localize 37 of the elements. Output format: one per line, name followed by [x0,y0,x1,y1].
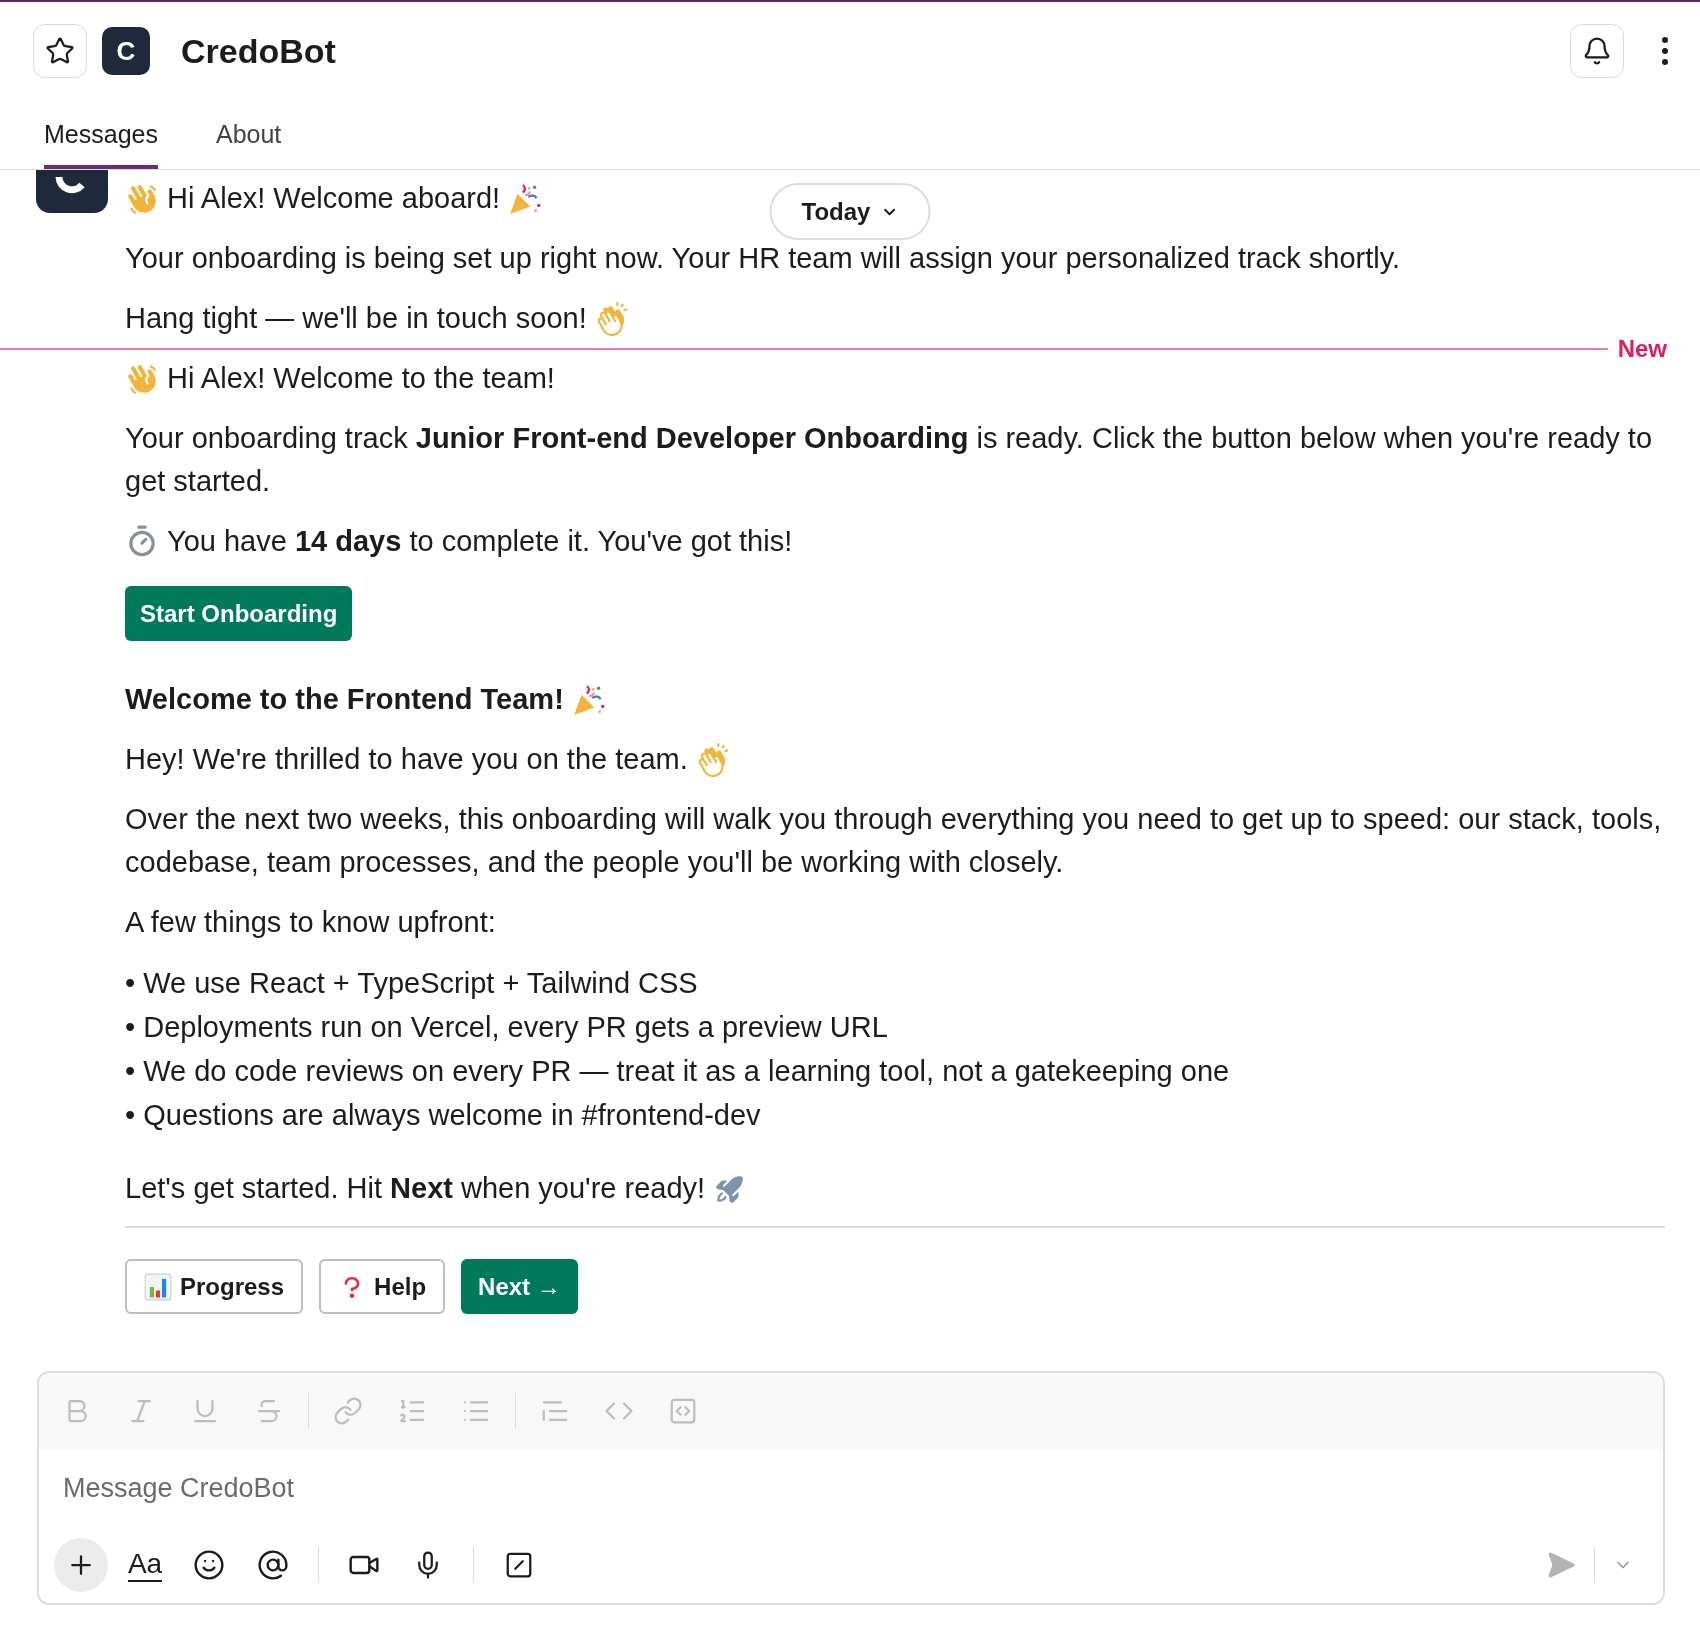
star-button[interactable] [33,24,87,78]
message-heading: Welcome to the Frontend Team! [125,682,564,717]
bar-chart-icon [144,1272,172,1301]
bot-avatar: C [102,27,150,75]
next-button[interactable]: Next → [461,1259,578,1314]
date-pill[interactable]: Today [769,183,931,240]
notifications-button[interactable] [1570,24,1624,78]
message-text: Hang tight — we'll be in touch soon! [125,301,587,336]
message-text: Hey! We're thrilled to have you on the team. [125,742,688,777]
party-popper-icon [571,682,606,717]
list-item: • We do code reviews on every PR — treat it as a learning tool, not a gatekeeping one [125,1054,1231,1089]
message-text: Your onboarding is being set up right now. Your HR team will assign your personalized track shortly. [125,241,1402,276]
formatting-button[interactable]: Aa [127,1548,163,1582]
message-text: Hi Alex! Welcome aboard! [167,181,501,216]
progress-button[interactable]: Progress [125,1259,304,1314]
mention-icon[interactable] [257,1549,289,1581]
message-text: Over the next two weeks, this onboarding will walk you through everything you need to get up to speed: our stack, tools, codebase, team processes, and the people you'll be working with closely. [125,802,1663,880]
emoji-icon[interactable] [193,1549,225,1581]
bell-icon [1582,36,1612,66]
attach-button[interactable] [54,1538,108,1592]
message-text: Let's get started. Hit Next when you're ready! [125,1171,706,1206]
list-item: • We use React + TypeScript + Tailwind CSS [125,966,699,1001]
message-text: A few things to know upfront: [125,905,497,940]
help-button[interactable]: Help [319,1259,446,1314]
message-text: Hi Alex! Welcome to the team! [167,361,555,396]
list-item: • Questions are always welcome in #frontend-dev [125,1098,762,1133]
chat-title: CredoBot [181,30,336,72]
message-text: You have 14 days to complete it. You've got this! [167,524,793,559]
new-messages-label: New [1617,336,1667,361]
message-input[interactable]: Message CredoBot [63,1466,1639,1510]
start-onboarding-button[interactable]: Start Onboarding [125,586,353,641]
list-item: • Deployments run on Vercel, every PR gets a preview URL [125,1010,889,1045]
tab[interactable]: About [215,100,282,169]
party-popper-icon [508,181,543,216]
more-options-icon[interactable] [1662,37,1668,65]
slash-command-icon[interactable] [504,1550,534,1580]
message-text: Your onboarding track Junior Front-end Developer Onboarding is ready. Click the button below when you're ready to get started. [125,421,1654,499]
